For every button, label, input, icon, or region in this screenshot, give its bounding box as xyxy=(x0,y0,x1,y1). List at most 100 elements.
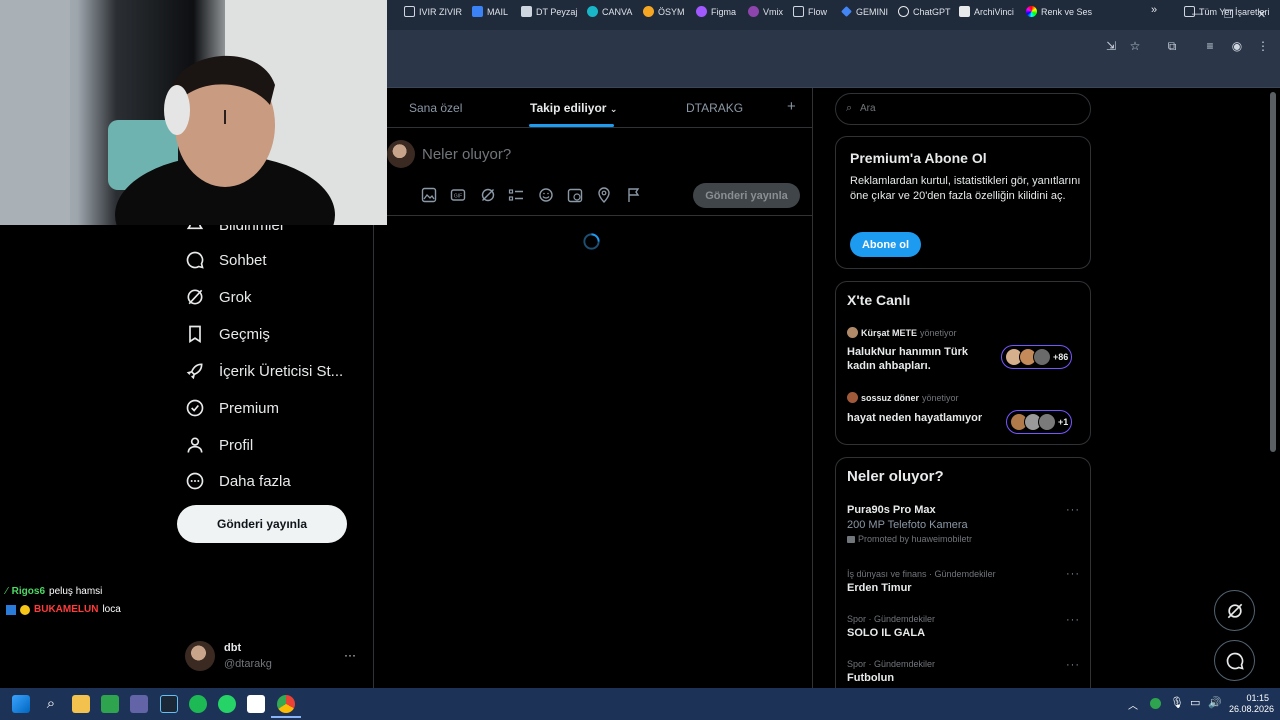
bookmark-mail[interactable]: MAIL xyxy=(472,6,508,17)
trend-item[interactable]: İş dünyası ve finans · Gündemdekiler Erd… xyxy=(847,569,996,594)
tab-following[interactable]: Takip ediliyor ⌄ xyxy=(530,101,617,115)
live-space-title[interactable]: hayat neden hayatlamıyor xyxy=(847,411,997,425)
nav-profile[interactable]: Profil xyxy=(185,435,253,455)
trend-item[interactable]: Spor · Gündemdekiler Futbolun xyxy=(847,659,935,684)
emoji-icon[interactable] xyxy=(538,187,554,203)
trends-title: Neler oluyor? xyxy=(847,468,944,485)
tab-dtarakg[interactable]: DTARAKG xyxy=(686,101,743,115)
trend-more-icon[interactable]: ··· xyxy=(1066,659,1080,671)
flag-icon[interactable] xyxy=(626,187,642,203)
install-app-icon[interactable]: ⇲ xyxy=(1104,39,1118,53)
listener-avatar xyxy=(1038,413,1056,431)
whatsapp-icon[interactable] xyxy=(218,695,236,713)
live-host[interactable]: sossuz döner yönetiyor xyxy=(847,392,959,403)
grok-compose-icon[interactable] xyxy=(480,187,496,203)
tray-app-icon[interactable] xyxy=(1150,698,1161,709)
bookmark-gemini[interactable]: GEMINI xyxy=(841,6,888,17)
archivinci-icon xyxy=(959,6,970,17)
live-card: X'te Canlı Kürşat METE yönetiyor HalukNur… xyxy=(835,281,1091,445)
compose-post-button[interactable]: Gönderi yayınla xyxy=(693,183,800,208)
folder-icon xyxy=(404,6,415,17)
nav-grok[interactable]: Grok xyxy=(185,287,252,307)
live-listeners[interactable]: +1 xyxy=(1006,410,1073,434)
folder-icon xyxy=(793,6,804,17)
nav-creator-studio[interactable]: İçerik Üreticisi St... xyxy=(185,361,343,381)
nav-history[interactable]: Geçmiş xyxy=(185,324,270,344)
subscribe-button[interactable]: Abone ol xyxy=(850,232,921,257)
tray-chevron-icon[interactable]: ︿ xyxy=(1128,697,1138,712)
bookmark-ivir-zivir[interactable]: IVIR ZIVIR xyxy=(404,6,462,17)
chrome-icon[interactable] xyxy=(277,695,295,713)
compose-input[interactable]: Neler oluyor? xyxy=(422,146,511,163)
media-control-icon[interactable]: ≡ xyxy=(1203,39,1217,53)
profile-icon[interactable]: ◉ xyxy=(1230,39,1244,53)
steam-icon[interactable] xyxy=(160,695,178,713)
bookmark-vmix[interactable]: Vmix xyxy=(748,6,783,17)
grok-fab-button[interactable] xyxy=(1214,590,1255,631)
more-circle-icon xyxy=(186,472,204,490)
more-bookmarks-button[interactable]: » xyxy=(1151,4,1157,16)
poll-icon[interactable] xyxy=(508,187,524,203)
trend-more-icon[interactable]: ··· xyxy=(1066,568,1080,580)
account-avatar[interactable] xyxy=(185,641,215,671)
image-icon[interactable] xyxy=(421,187,437,203)
extensions-icon[interactable]: ⧉ xyxy=(1165,39,1179,53)
spotify-icon[interactable] xyxy=(189,695,207,713)
chat-badge-icon xyxy=(20,604,30,615)
compose-divider xyxy=(387,215,812,216)
compose-avatar[interactable] xyxy=(387,140,415,168)
app-icon[interactable] xyxy=(101,695,119,713)
page-scrollbar[interactable] xyxy=(1270,92,1276,452)
bookmark-figma[interactable]: Figma xyxy=(696,6,736,17)
volume-icon[interactable]: 🔊 xyxy=(1208,696,1222,709)
nav-more[interactable]: Daha fazla xyxy=(185,471,291,491)
add-tab-button[interactable]: + xyxy=(787,98,796,115)
trend-more-icon[interactable]: ··· xyxy=(1066,504,1080,516)
folder-icon xyxy=(1184,6,1195,17)
nav-chat[interactable]: Sohbet xyxy=(185,250,267,270)
bookmark-canva[interactable]: CANVA xyxy=(587,6,632,17)
network-icon[interactable]: ▭ xyxy=(1190,696,1200,709)
search-icon[interactable]: ⌕ xyxy=(42,695,60,713)
gif-icon[interactable]: GIF xyxy=(450,187,466,203)
vmix-icon xyxy=(748,6,759,17)
schedule-icon[interactable] xyxy=(567,187,583,203)
mail-icon xyxy=(472,6,483,17)
chat-message: BUKAMELUN loca xyxy=(6,604,121,615)
file-explorer-icon[interactable] xyxy=(72,695,90,713)
bookmark-archivinci[interactable]: ArchiVinci xyxy=(959,6,1014,17)
menu-icon[interactable]: ⋮ xyxy=(1256,39,1270,53)
trend-more-icon[interactable]: ··· xyxy=(1066,614,1080,626)
teams-icon[interactable] xyxy=(130,695,148,713)
bookmark-renk-ve-ses[interactable]: Renk ve Ses xyxy=(1026,6,1092,17)
sidebar-post-button[interactable]: Gönderi yayınla xyxy=(177,505,347,543)
windows-start-icon[interactable] xyxy=(12,695,30,713)
dt-peyzaj-icon xyxy=(521,6,532,17)
premium-description: Reklamlardan kurtul, istatistikleri gör,… xyxy=(850,175,1081,202)
bookmark-osym[interactable]: ÖSYM xyxy=(643,6,685,17)
trend-item[interactable]: Pura90s Pro Max 200 MP Telefoto Kamera P… xyxy=(847,504,972,544)
account-menu-button[interactable]: ··· xyxy=(344,648,356,662)
live-space-title[interactable]: HalukNur hanımın Türk kadın ahbapları. xyxy=(847,345,992,373)
messages-fab-button[interactable] xyxy=(1214,640,1255,681)
microphone-icon[interactable]: 🎙 xyxy=(1170,696,1184,709)
live-host[interactable]: Kürşat METE yönetiyor xyxy=(847,327,957,338)
clock[interactable]: 01:15 26.08.2026 xyxy=(1229,693,1274,715)
tab-for-you[interactable]: Sana özel xyxy=(409,101,462,115)
search-input[interactable]: ⌕ Ara xyxy=(835,93,1091,125)
trend-item[interactable]: Spor · Gündemdekiler SOLO IL GALA xyxy=(847,614,935,639)
bookmark-star-icon[interactable]: ☆ xyxy=(1128,39,1142,53)
verified-badge-icon xyxy=(186,399,204,417)
app-icon[interactable] xyxy=(247,695,265,713)
bookmark-flow[interactable]: Flow xyxy=(793,6,827,17)
live-listeners[interactable]: +86 xyxy=(1001,345,1073,369)
bookmark-chatgpt[interactable]: ChatGPT xyxy=(898,6,951,17)
chat-badge-icon xyxy=(6,604,16,615)
all-bookmarks-folder[interactable]: Tüm Yer İşaretleri xyxy=(1184,6,1270,17)
right-divider xyxy=(812,88,813,688)
search-icon: ⌕ xyxy=(846,102,853,114)
active-app-indicator xyxy=(271,716,301,718)
bookmark-dt-peyzaj[interactable]: DT Peyzaj xyxy=(521,6,577,17)
location-icon[interactable] xyxy=(596,187,612,203)
nav-premium[interactable]: Premium xyxy=(185,398,279,418)
